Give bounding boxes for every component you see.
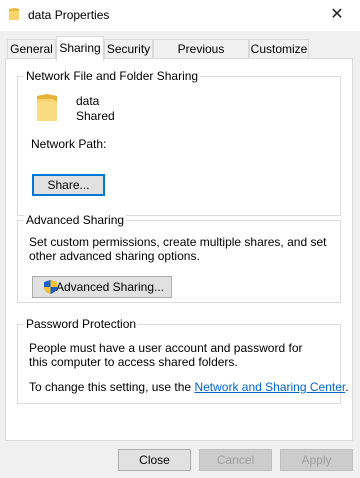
share-button[interactable]: Share...	[32, 174, 105, 196]
folder-icon	[37, 94, 57, 121]
uac-shield-icon	[44, 280, 57, 294]
change-setting-prefix: To change this setting, use the	[29, 380, 195, 394]
tab-general[interactable]: General	[7, 39, 56, 59]
tab-customize[interactable]: Customize	[249, 39, 309, 59]
network-sharing-center-link[interactable]: Network and Sharing Center	[194, 380, 345, 394]
apply-button[interactable]: Apply	[280, 449, 353, 471]
folder-name: data	[76, 94, 100, 108]
advanced-sharing-button-label: Advanced Sharing...	[55, 280, 165, 294]
share-status: Shared	[76, 109, 115, 123]
password-protection-group-label: Password Protection	[24, 317, 139, 331]
network-path-label: Network Path:	[31, 137, 107, 151]
title-bar: data Properties ✕	[0, 0, 360, 31]
change-setting-text: To change this setting, use the Network …	[29, 380, 349, 394]
tab-security[interactable]: Security	[104, 39, 153, 59]
network-sharing-group: Network File and Folder Sharing data Sha…	[17, 69, 341, 216]
advanced-sharing-group-label: Advanced Sharing	[24, 213, 127, 227]
folder-icon	[9, 8, 19, 20]
close-button[interactable]: Close	[118, 449, 191, 471]
change-setting-period: .	[345, 380, 349, 394]
advanced-sharing-description: Set custom permissions, create multiple …	[29, 235, 327, 263]
sharing-panel: Network File and Folder Sharing data Sha…	[5, 58, 353, 441]
password-protection-description: People must have a user account and pass…	[29, 341, 303, 369]
tab-sharing[interactable]: Sharing	[56, 36, 104, 61]
password-protection-group: Password Protection People must have a u…	[17, 317, 349, 404]
close-window-button[interactable]: ✕	[314, 0, 360, 31]
network-sharing-group-label: Network File and Folder Sharing	[24, 69, 201, 83]
cancel-button[interactable]: Cancel	[199, 449, 272, 471]
window-title: data Properties	[28, 8, 110, 22]
advanced-sharing-button[interactable]: Advanced Sharing...	[32, 276, 172, 298]
tab-previous-versions[interactable]: Previous Versions	[153, 39, 249, 75]
advanced-sharing-group: Advanced Sharing Set custom permissions,…	[17, 213, 341, 303]
